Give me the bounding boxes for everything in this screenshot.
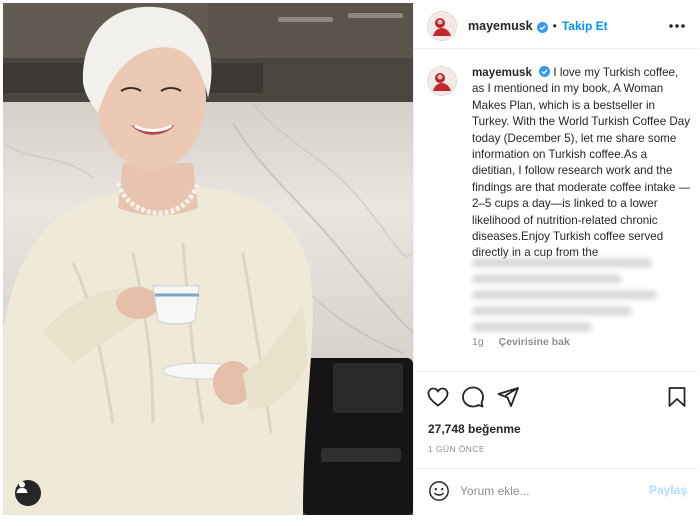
blurred-caption-continuation bbox=[472, 251, 662, 331]
caption-text: I love my Turkish coffee, as I mentioned… bbox=[472, 66, 691, 260]
bookmark-icon[interactable] bbox=[665, 385, 689, 409]
share-icon[interactable] bbox=[496, 385, 520, 409]
follow-button[interactable]: Takip Et bbox=[562, 19, 608, 33]
caption-meta: 1g Çevirisine bak bbox=[472, 336, 582, 348]
avatar[interactable] bbox=[428, 67, 456, 95]
user-tag-icon[interactable] bbox=[15, 480, 41, 506]
verified-badge-icon bbox=[536, 20, 548, 33]
emoji-icon[interactable] bbox=[428, 480, 450, 502]
post-photo-illustration bbox=[3, 3, 413, 515]
separator-dot: • bbox=[552, 18, 557, 33]
header-username[interactable]: mayemusk bbox=[468, 19, 533, 33]
comment-icon[interactable] bbox=[461, 385, 485, 409]
instagram-post-window: mayemusk • Takip Et mayemusk I love my T… bbox=[0, 0, 700, 526]
more-horizontal-icon[interactable] bbox=[667, 16, 687, 36]
caption-age: 1g bbox=[472, 336, 484, 348]
heart-icon[interactable] bbox=[426, 385, 450, 409]
post-header: mayemusk • Takip Et bbox=[414, 3, 699, 49]
verified-badge-icon bbox=[539, 66, 551, 77]
post-time[interactable]: 1 GÜN ÖNCE bbox=[428, 444, 485, 454]
post-actions: 27,748 beğenme 1 GÜN ÖNCE Paylaş bbox=[414, 371, 699, 513]
post-comment-button[interactable]: Paylaş bbox=[649, 483, 687, 497]
avatar[interactable] bbox=[428, 11, 456, 40]
caption-text-block: mayemusk I love my Turkish coffee, as I … bbox=[472, 65, 692, 262]
likes-count[interactable]: 27,748 beğenme bbox=[428, 422, 521, 436]
see-translation-button[interactable]: Çevirisine bak bbox=[499, 336, 570, 348]
caption-area: mayemusk I love my Turkish coffee, as I … bbox=[414, 49, 699, 371]
comment-bar: Paylaş bbox=[414, 468, 699, 514]
comment-input[interactable] bbox=[460, 481, 640, 501]
post-side-panel: mayemusk • Takip Et mayemusk I love my T… bbox=[413, 3, 699, 515]
post-photo[interactable] bbox=[3, 3, 413, 515]
caption-username[interactable]: mayemusk bbox=[472, 66, 532, 79]
